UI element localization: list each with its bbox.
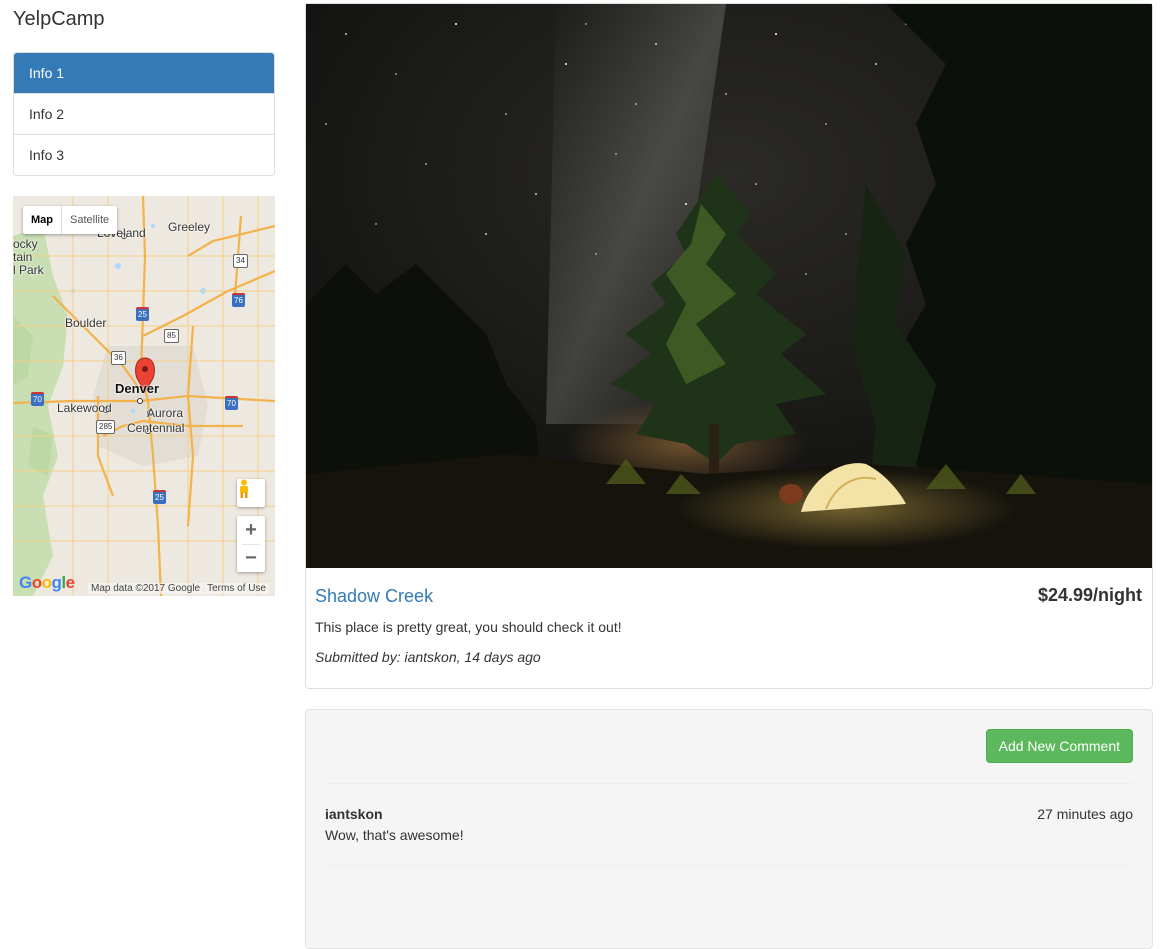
shield-us34: 34 <box>233 254 248 268</box>
shield-i70-east: 70 <box>225 396 238 410</box>
map-city-centennial: Centennial <box>127 421 185 435</box>
map-attribution: Map data ©2017 Google <box>88 583 204 594</box>
zoom-in-button[interactable]: + <box>237 516 265 544</box>
campground-caption: $24.99/night Shadow Creek This place is … <box>306 568 1152 688</box>
map-terms-link[interactable]: Terms of Use <box>204 583 269 594</box>
comment-item: iantskon 27 minutes ago Wow, that's awes… <box>325 804 1133 845</box>
google-logo[interactable]: Google <box>19 573 75 593</box>
shield-i25-south: 25 <box>153 490 166 504</box>
map-city-lakewood: Lakewood <box>57 401 112 415</box>
comments-panel: Add New Comment iantskon 27 minutes ago … <box>305 709 1153 949</box>
comments-divider <box>325 783 1133 784</box>
map-city-boulder: Boulder <box>65 316 107 330</box>
sidebar: YelpCamp Info 1 Info 2 Info 3 Loveland G… <box>13 0 275 596</box>
shield-us285: 285 <box>96 420 116 434</box>
comment-actions: Add New Comment <box>325 729 1133 763</box>
map-city-denver: Denver <box>115 381 160 396</box>
shield-us85: 85 <box>164 329 179 343</box>
shield-us36: 36 <box>111 351 126 365</box>
location-map[interactable]: Loveland Greeley ocky tain l Park Boulde… <box>13 196 275 596</box>
main-content: $24.99/night Shadow Creek This place is … <box>305 3 1153 949</box>
campground-description: This place is pretty great, you should c… <box>315 619 622 635</box>
info-item-3[interactable]: Info 3 <box>14 134 274 175</box>
campground-name-link[interactable]: Shadow Creek <box>315 585 1143 607</box>
info-list: Info 1 Info 2 Info 3 <box>13 52 275 176</box>
map-label-park: ocky tain l Park <box>13 237 44 277</box>
street-view-pegman-icon[interactable] <box>237 479 265 507</box>
comment-text: Wow, that's awesome! <box>325 827 464 843</box>
campground-submitted-by: Submitted by: iantskon, 14 days ago <box>315 649 541 665</box>
map-city-greeley: Greeley <box>168 220 211 234</box>
brand-title: YelpCamp <box>13 8 105 30</box>
comments-divider-bottom <box>325 865 1133 866</box>
map-type-map-button[interactable]: Map <box>23 206 62 234</box>
map-footer: Google Map data ©2017 Google Terms of Us… <box>13 573 275 596</box>
zoom-control: + − <box>237 516 265 572</box>
shield-i70-west: 70 <box>31 392 44 406</box>
comment-header: iantskon 27 minutes ago <box>325 804 1133 824</box>
comment-timestamp: 27 minutes ago <box>1037 806 1133 822</box>
shield-i25-north: 25 <box>136 307 149 321</box>
map-type-control: Map Satellite <box>23 206 118 234</box>
campground-price: $24.99/night <box>1037 585 1142 605</box>
zoom-out-button[interactable]: − <box>237 544 265 572</box>
map-city-aurora: Aurora <box>147 406 184 420</box>
comment-author: iantskon <box>325 806 383 822</box>
campground-photo <box>306 4 1152 568</box>
shield-i76: 76 <box>232 293 245 307</box>
add-new-comment-button[interactable]: Add New Comment <box>985 729 1133 763</box>
info-item-2[interactable]: Info 2 <box>14 93 274 134</box>
map-type-satellite-button[interactable]: Satellite <box>62 206 117 234</box>
info-item-1[interactable]: Info 1 <box>14 53 274 93</box>
campground-card: $24.99/night Shadow Creek This place is … <box>305 3 1153 689</box>
